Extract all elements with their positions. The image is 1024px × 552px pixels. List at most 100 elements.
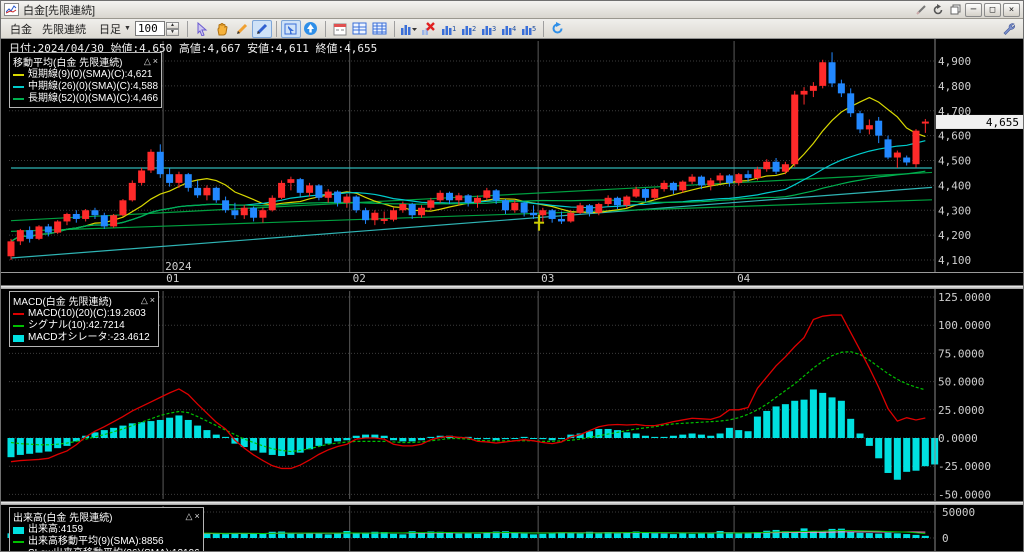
- contract-label[interactable]: 先限連続: [42, 21, 86, 37]
- svg-text:4,400: 4,400: [938, 179, 971, 192]
- chart-window: 白金[先限連続] ─ □ × 白金 先限連続 日足 ▼ ▲▼: [0, 0, 1024, 552]
- timeframe-dropdown[interactable]: 日足 ▼: [99, 21, 131, 37]
- legend-collapse-icon[interactable]: △: [141, 295, 148, 305]
- signal-line-swatch: [13, 325, 24, 327]
- pencil-blue-icon[interactable]: [252, 20, 272, 38]
- svg-text:4: 4: [512, 25, 516, 33]
- ma-mid-label: 中期線(26)(0)(SMA)(C):4,588: [28, 81, 158, 93]
- volume-ma-label: 出来高移動平均(9)(SMA):8856: [28, 536, 164, 548]
- legend-row: 出来高:4159: [13, 524, 200, 536]
- svg-text:02: 02: [353, 272, 366, 285]
- svg-text:4,300: 4,300: [938, 204, 971, 217]
- indicator-2-icon[interactable]: 2: [459, 20, 479, 38]
- svg-text:2: 2: [472, 25, 476, 33]
- timeframe-label: 日足: [99, 21, 121, 37]
- svg-text:50.0000: 50.0000: [938, 376, 984, 389]
- macd-panel: 125.0000100.000075.000050.000025.00000.0…: [1, 289, 1024, 501]
- legend-close-icon[interactable]: ×: [150, 295, 155, 305]
- app-chart-icon: [4, 3, 19, 16]
- annotate-icon[interactable]: [913, 3, 929, 17]
- minimize-button[interactable]: ─: [965, 3, 982, 17]
- maximize-button[interactable]: □: [984, 3, 1001, 17]
- legend-row: 長期線(52)(0)(SMA)(C):4,466: [13, 93, 158, 105]
- indicator-5-icon[interactable]: 5: [519, 20, 539, 38]
- indicator-1-icon[interactable]: 1: [439, 20, 459, 38]
- legend-row: シグナル(10):42.7214: [13, 320, 155, 332]
- close-button[interactable]: ×: [1003, 3, 1020, 17]
- ma-long-label: 長期線(52)(0)(SMA)(C):4,466: [28, 93, 158, 105]
- grid-board-icon[interactable]: [350, 20, 370, 38]
- volume-swatch: [13, 527, 24, 534]
- refresh-icon[interactable]: [548, 20, 568, 38]
- ma-long-swatch: [13, 98, 24, 100]
- indicator-4-icon[interactable]: 4: [499, 20, 519, 38]
- legend-row: MACDオシレータ:-23.4612: [13, 332, 155, 344]
- svg-text:4,200: 4,200: [938, 229, 971, 242]
- legend-row: 短期線(9)(0)(SMA)(C):4,621: [13, 69, 158, 81]
- signal-line-label: シグナル(10):42.7214: [28, 320, 125, 332]
- legend-row: SLow出来高移動平均(26)(SMA):12196: [13, 548, 200, 552]
- legend-collapse-icon[interactable]: △: [186, 511, 193, 521]
- symbol-label[interactable]: 白金: [10, 21, 32, 37]
- svg-text:04: 04: [737, 272, 751, 285]
- legend-row: 出来高移動平均(9)(SMA):8856: [13, 536, 200, 548]
- toolbar: 白金 先限連続 日足 ▼ ▲▼: [1, 19, 1023, 39]
- svg-text:4,900: 4,900: [938, 55, 971, 68]
- svg-text:3: 3: [492, 25, 496, 33]
- ma-legend: 移動平均(白金 先限連続) △× 短期線(9)(0)(SMA)(C):4,621…: [9, 52, 162, 108]
- cursor-icon[interactable]: [192, 20, 212, 38]
- macd-legend: MACD(白金 先限連続) △× MACD(10)(20)(C):19.2603…: [9, 291, 159, 347]
- svg-text:1: 1: [452, 25, 456, 33]
- ma-mid-swatch: [13, 86, 24, 88]
- bar-count-input[interactable]: [135, 21, 165, 36]
- svg-text:-25.0000: -25.0000: [938, 460, 991, 473]
- macd-legend-title: MACD(白金 先限連続): [13, 293, 112, 308]
- svg-text:125.0000: 125.0000: [938, 291, 991, 304]
- grid-board-dense-icon[interactable]: [370, 20, 390, 38]
- reload-icon[interactable]: [930, 3, 946, 17]
- svg-text:75.0000: 75.0000: [938, 347, 984, 360]
- volume-legend: 出来高(白金 先限連続) △× 出来高:4159 出来高移動平均(9)(SMA)…: [9, 507, 204, 552]
- main-chart-panel: 4,9004,8004,7004,6004,5004,4004,3004,200…: [1, 39, 1024, 285]
- volume-legend-title: 出来高(白金 先限連続): [13, 509, 112, 524]
- svg-text:50000: 50000: [942, 506, 975, 519]
- svg-text:25.0000: 25.0000: [938, 404, 984, 417]
- legend-collapse-icon[interactable]: △: [144, 56, 151, 66]
- chevron-down-icon: ▼: [124, 25, 131, 32]
- indicator-3-icon[interactable]: 3: [479, 20, 499, 38]
- wrench-icon[interactable]: [999, 20, 1019, 38]
- calendar-icon[interactable]: [330, 20, 350, 38]
- macd-line-label: MACD(10)(20)(C):19.2603: [28, 308, 146, 320]
- ma-short-swatch: [13, 74, 24, 76]
- legend-close-icon[interactable]: ×: [153, 56, 158, 66]
- svg-text:5: 5: [532, 25, 536, 33]
- step-up-icon[interactable]: ▲: [166, 22, 179, 29]
- ma-short-label: 短期線(9)(0)(SMA)(C):4,621: [28, 69, 152, 81]
- svg-text:4,500: 4,500: [938, 155, 971, 168]
- title-bar[interactable]: 白金[先限連続] ─ □ ×: [1, 1, 1023, 19]
- svg-text:-50.0000: -50.0000: [938, 488, 991, 501]
- volume-ma-swatch: [13, 541, 24, 543]
- indicator-remove-icon[interactable]: [419, 20, 439, 38]
- indicator-menu-icon[interactable]: [399, 20, 419, 38]
- bar-count-stepper[interactable]: ▲▼: [166, 22, 179, 36]
- legend-row: 中期線(26)(0)(SMA)(C):4,588: [13, 81, 158, 93]
- pencil-icon[interactable]: [232, 20, 252, 38]
- legend-close-icon[interactable]: ×: [194, 511, 199, 521]
- macd-osc-swatch: [13, 335, 24, 342]
- svg-text:4,100: 4,100: [938, 254, 971, 267]
- hand-icon[interactable]: [212, 20, 232, 38]
- window-title: 白金[先限連続]: [23, 2, 95, 18]
- macd-osc-label: MACDオシレータ:-23.4612: [28, 332, 150, 344]
- svg-text:01: 01: [166, 272, 179, 285]
- svg-text:4,800: 4,800: [938, 80, 971, 93]
- volume-panel: 500000 出来高(白金 先限連続) △× 出来高:4159 出来高移動平均(…: [1, 505, 1024, 552]
- svg-text:100.0000: 100.0000: [938, 319, 991, 332]
- legend-row: MACD(10)(20)(C):19.2603: [13, 308, 155, 320]
- crosshair-chart-icon[interactable]: [281, 20, 301, 38]
- volume-slow-ma-label: SLow出来高移動平均(26)(SMA):12196: [28, 548, 200, 552]
- scroll-latest-icon[interactable]: [301, 20, 321, 38]
- svg-text:4,600: 4,600: [938, 130, 971, 143]
- copy-icon[interactable]: [947, 3, 963, 17]
- step-down-icon[interactable]: ▼: [166, 29, 179, 36]
